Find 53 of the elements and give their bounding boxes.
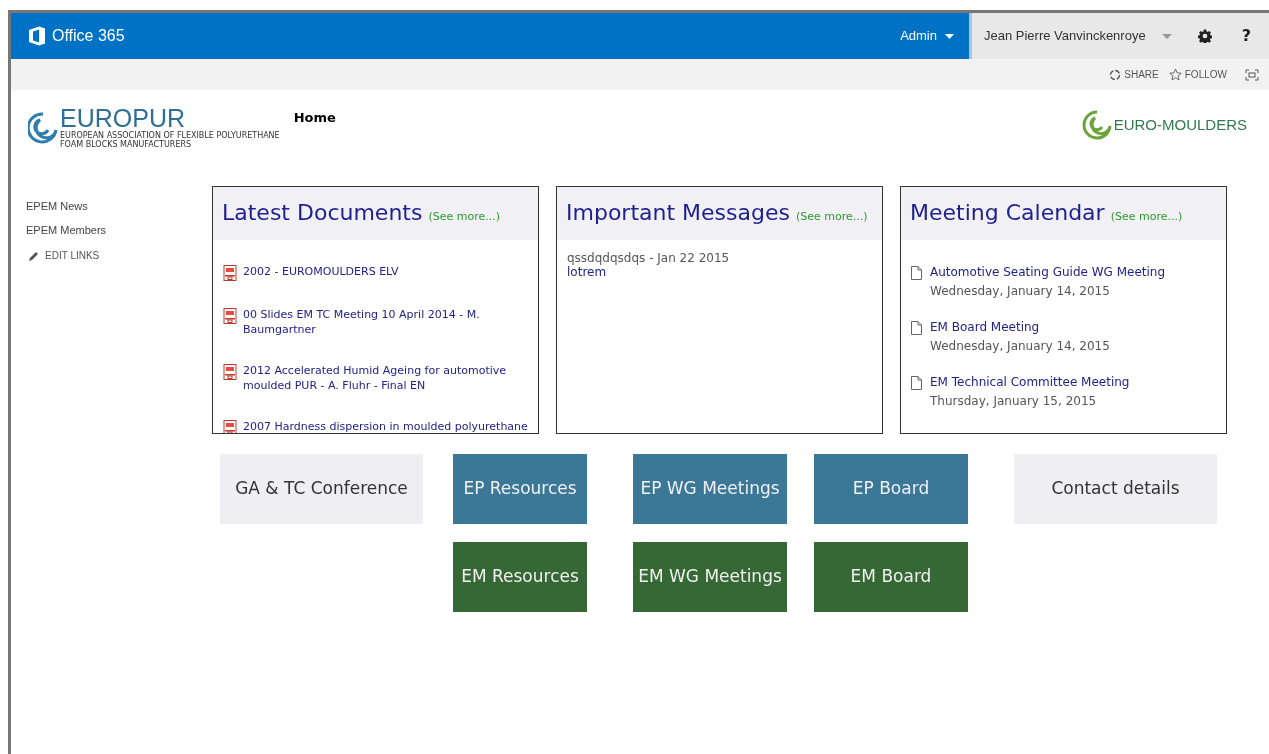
document-icon xyxy=(911,321,922,335)
swirl-logo-icon xyxy=(1081,110,1112,140)
logo-wordmark: EURO-MOULDERS xyxy=(1113,114,1247,135)
share-button[interactable]: SHARE xyxy=(1109,67,1159,82)
swirl-logo-icon xyxy=(28,111,58,144)
settings-icon[interactable] xyxy=(1197,29,1212,43)
caret-icon xyxy=(1161,33,1172,39)
logo-tagline: FOAM BLOCKS MANUFACTURERS xyxy=(60,140,193,149)
event-link[interactable]: Automotive Seating Guide WG Meeting xyxy=(930,265,1166,279)
page-title: Home xyxy=(293,109,337,127)
brand-name[interactable]: Office 365 xyxy=(52,24,125,48)
focus-mode-icon[interactable] xyxy=(1245,68,1259,81)
navigation-tile[interactable]: EM WG Meetings xyxy=(633,542,787,612)
navigation-tile[interactable]: EM Resources xyxy=(453,542,587,612)
navigation-tile[interactable]: GA & TC Conference xyxy=(220,454,423,524)
admin-menu[interactable]: Admin xyxy=(885,13,969,59)
event-date: Thursday, January 15, 2015 xyxy=(930,394,1098,408)
document-icon xyxy=(911,376,922,390)
message-meta: qssdqdqsdqs - Jan 22 2015 xyxy=(567,252,731,265)
navigation-tile[interactable]: EM Board xyxy=(814,542,968,612)
sidebar-link[interactable]: EPEM Members xyxy=(26,218,212,242)
pdf-file-icon xyxy=(223,265,237,281)
document-link[interactable]: 00 Slides EM TC Meeting 10 April 2014 - M. Baumgartner xyxy=(243,307,528,337)
follow-button[interactable]: FOLLOW xyxy=(1168,67,1227,82)
logo-tagline: EUROPEAN ASSOCIATION OF FLEXIBLE POLYURETHANE xyxy=(60,131,280,140)
pdf-file-icon xyxy=(223,308,237,324)
star-icon xyxy=(1168,68,1182,81)
user-menu[interactable]: Jean Pierre Vanvinckenroye xyxy=(972,26,1172,46)
navigation-tile[interactable]: EP Board xyxy=(814,454,968,524)
event-link[interactable]: EM Board Meeting xyxy=(930,320,1110,334)
help-button[interactable]: ? xyxy=(1241,24,1251,48)
edit-links-button[interactable]: EDIT LINKS xyxy=(26,248,212,263)
panel-title: Important Messages xyxy=(566,199,790,227)
event-date: Wednesday, January 14, 2015 xyxy=(930,284,1111,298)
pdf-file-icon xyxy=(223,364,237,380)
caret-icon xyxy=(945,33,954,39)
pencil-icon xyxy=(29,250,39,261)
panel-title: Meeting Calendar xyxy=(910,199,1105,227)
document-link[interactable]: 2012 Accelerated Humid Ageing for automotive moulded PUR - A. Fluhr - Final EN xyxy=(243,363,528,393)
panel-title: Latest Documents xyxy=(222,199,423,227)
event-date: Wednesday, January 14, 2015 xyxy=(930,339,1110,353)
document-icon xyxy=(911,266,922,280)
office-logo-icon xyxy=(28,26,46,46)
message-link[interactable]: lotrem xyxy=(567,265,872,280)
document-link[interactable]: 2002 - EUROMOULDERS ELV xyxy=(243,264,399,279)
document-link[interactable]: 2007 Hardness dispersion in moulded polyurethane xyxy=(243,419,528,433)
navigation-tile[interactable]: EP WG Meetings xyxy=(633,454,787,524)
share-icon xyxy=(1109,68,1122,81)
event-link[interactable]: EM Technical Committee Meeting xyxy=(930,375,1130,389)
navigation-tile[interactable]: EP Resources xyxy=(453,454,587,524)
logo-wordmark: EUROPUR xyxy=(60,106,185,131)
navigation-tile[interactable]: Contact details xyxy=(1014,454,1217,524)
sidebar-link[interactable]: EPEM News xyxy=(26,194,212,218)
